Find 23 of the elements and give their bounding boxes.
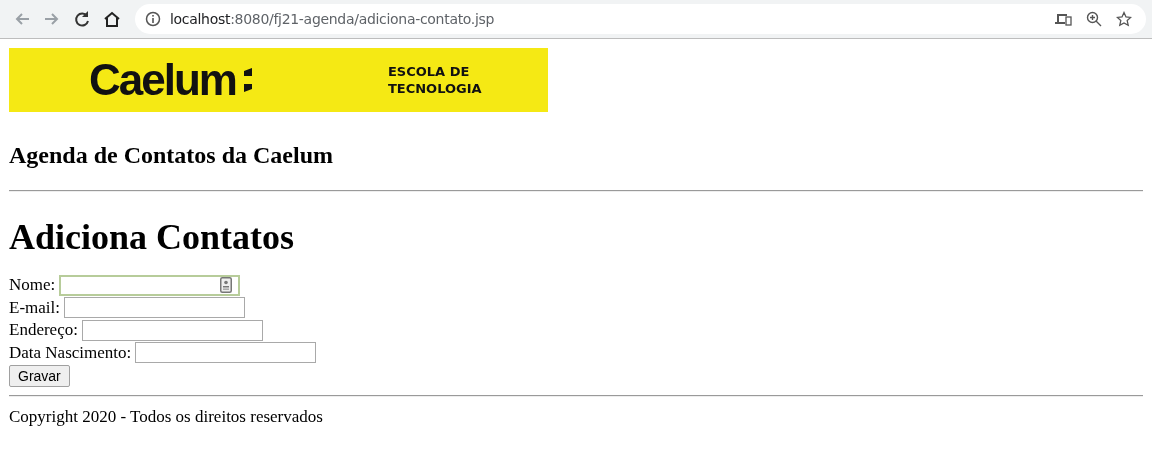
zoom-icon[interactable] xyxy=(1086,11,1102,27)
field-label: Data Nascimento: xyxy=(9,342,132,363)
field-label: Nome: xyxy=(9,275,56,296)
address-bar[interactable]: localhost:8080/fj21-agenda/adiciona-contato.jsp xyxy=(135,4,1146,34)
site-title: Agenda de Contatos da Caelum xyxy=(9,141,335,170)
url-text: localhost:8080/fj21-agenda/adiciona-contato.jsp xyxy=(170,11,495,27)
field-label: Endereço: xyxy=(9,320,78,341)
page-heading: Adiciona Contatos xyxy=(9,216,296,258)
input-field[interactable] xyxy=(59,274,241,296)
footer-text: Copyright 2020 - Todos os direitos reservados xyxy=(9,407,324,427)
contact-card-icon[interactable] xyxy=(220,277,233,294)
logo-mark-icon xyxy=(243,67,252,93)
logo-brand: Caelum xyxy=(89,55,236,105)
field-label: E-mail: xyxy=(9,297,60,318)
logo-tagline: TECNOLOGIA xyxy=(387,80,482,97)
submit-button[interactable]: Gravar xyxy=(9,365,70,387)
input-field[interactable] xyxy=(135,342,317,364)
input-field[interactable] xyxy=(81,319,263,341)
bookmark-star-icon[interactable] xyxy=(1116,11,1132,27)
devices-icon[interactable] xyxy=(1054,11,1072,27)
info-icon[interactable] xyxy=(145,11,161,27)
input-field[interactable] xyxy=(64,297,245,319)
logo-tagline: ESCOLA DE xyxy=(387,63,471,80)
